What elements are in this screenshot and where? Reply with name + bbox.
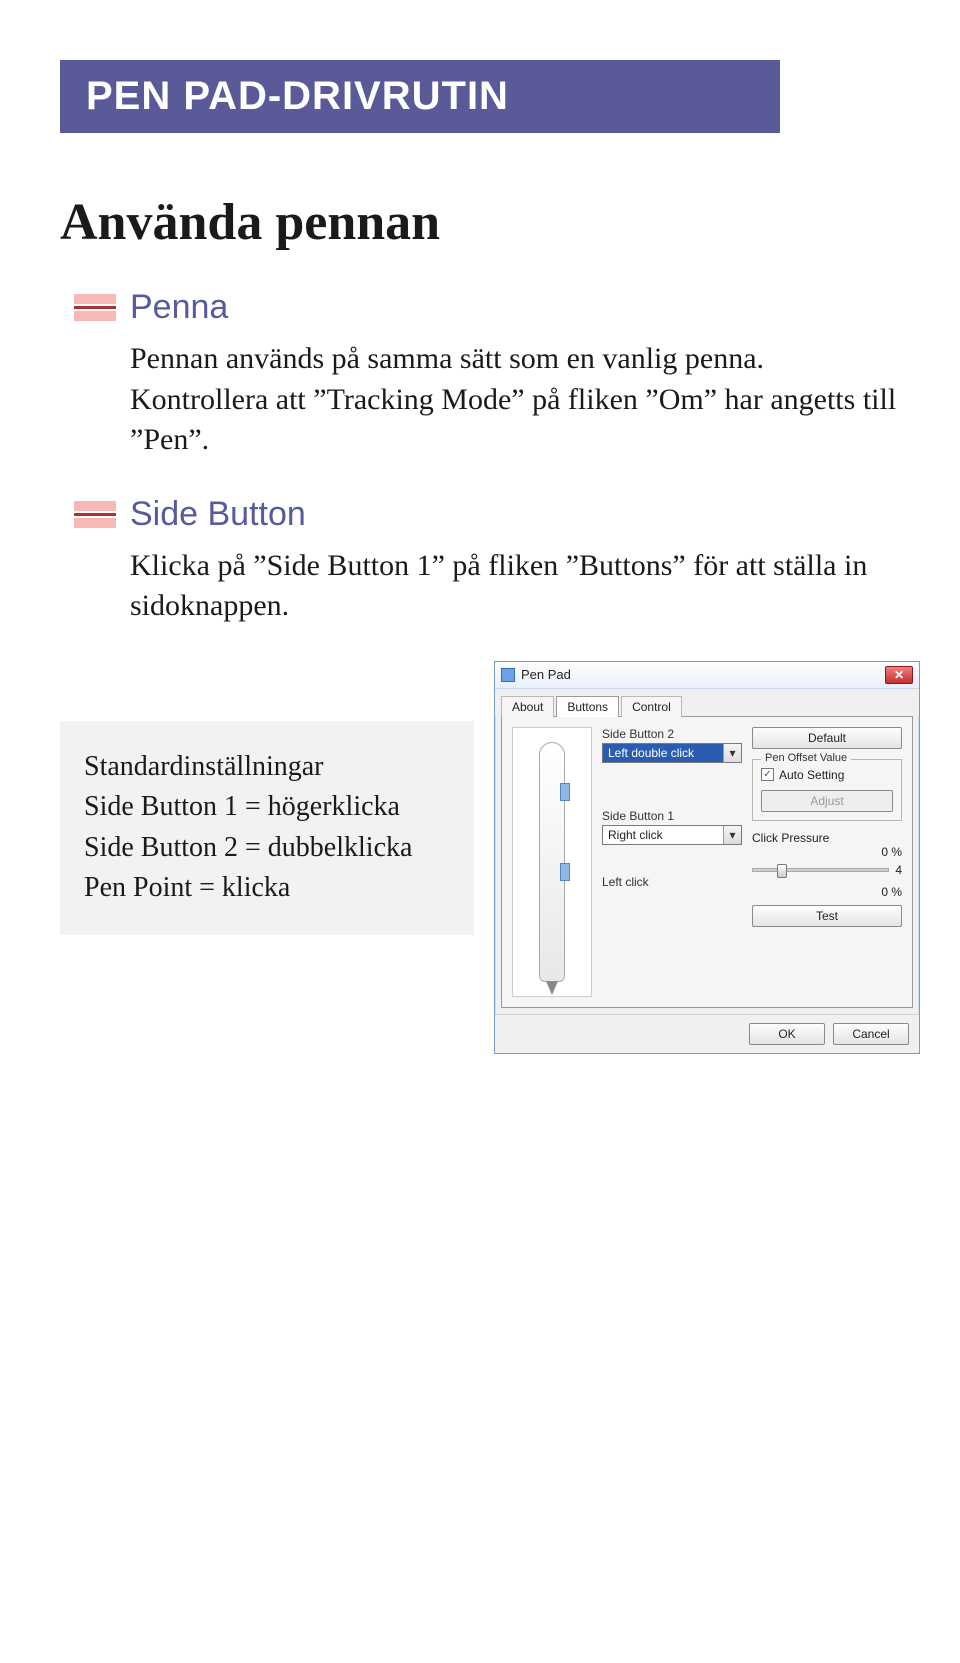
app-icon — [501, 668, 515, 682]
defaults-line3: Pen Point = klicka — [84, 868, 450, 909]
side-button-2-label: Side Button 2 — [602, 727, 742, 741]
chevron-down-icon: ▾ — [723, 744, 741, 762]
side-button-1-value: Right click — [603, 826, 723, 844]
chevron-down-icon: ▾ — [723, 826, 741, 844]
defaults-line1: Side Button 1 = högerklicka — [84, 787, 450, 828]
tab-about[interactable]: About — [501, 696, 554, 717]
tab-control[interactable]: Control — [621, 696, 682, 717]
pressure-slider-value: 4 — [895, 863, 902, 877]
close-button[interactable]: ✕ — [885, 666, 913, 684]
pen-illustration — [512, 727, 592, 997]
defaults-box: Standardinställningar Side Button 1 = hö… — [60, 721, 474, 935]
dialog-titlebar: Pen Pad ✕ — [495, 662, 919, 689]
section-sidebutton: Side Button Klicka på ”Side Button 1” på… — [60, 495, 920, 627]
pen-offset-group-title: Pen Offset Value — [761, 752, 851, 764]
close-icon: ✕ — [894, 669, 904, 681]
pressure-bottom-value: 0 % — [752, 885, 902, 899]
tab-buttons[interactable]: Buttons — [556, 696, 619, 717]
side-button-2-value: Left double click — [603, 744, 723, 762]
slider-thumb[interactable] — [777, 864, 787, 878]
checkbox-icon: ✓ — [761, 768, 774, 781]
defaults-heading: Standardinställningar — [84, 747, 450, 788]
side-button-1-label: Side Button 1 — [602, 809, 742, 823]
default-button[interactable]: Default — [752, 727, 902, 749]
defaults-line2: Side Button 2 = dubbelklicka — [84, 828, 450, 869]
pen-sb1-marker — [560, 863, 570, 881]
left-click-label: Left click — [602, 875, 742, 889]
page-title: Använda pennan — [60, 193, 920, 252]
section-sidebutton-title: Side Button — [130, 495, 900, 534]
test-button[interactable]: Test — [752, 905, 902, 927]
click-pressure-label: Click Pressure — [752, 831, 902, 845]
click-pressure-group: Click Pressure 0 % 4 0 % Test — [752, 831, 902, 927]
side-button-1-combo[interactable]: Right click ▾ — [602, 825, 742, 845]
pressure-top-value: 0 % — [752, 845, 902, 859]
cancel-button[interactable]: Cancel — [833, 1023, 909, 1045]
page-banner: PEN PAD-DRIVRUTIN — [60, 60, 780, 133]
auto-setting-checkbox[interactable]: ✓ Auto Setting — [761, 768, 893, 782]
auto-setting-label: Auto Setting — [779, 768, 844, 782]
section-penna-title: Penna — [130, 288, 900, 327]
dialog-tabs: About Buttons Control — [495, 689, 919, 716]
section-sidebutton-text: Klicka på ”Side Button 1” på fliken ”But… — [130, 546, 900, 627]
section-penna: Penna Pennan används på samma sätt som e… — [60, 288, 920, 461]
ok-button[interactable]: OK — [749, 1023, 825, 1045]
pen-sb2-marker — [560, 783, 570, 801]
pen-offset-group: Pen Offset Value ✓ Auto Setting Adjust — [752, 759, 902, 821]
dialog-title: Pen Pad — [521, 667, 571, 682]
side-button-2-combo[interactable]: Left double click ▾ — [602, 743, 742, 763]
pressure-slider[interactable] — [752, 868, 889, 872]
tab-panel-buttons: Side Button 2 Left double click ▾ Side B… — [501, 716, 913, 1008]
dialog-footer: OK Cancel — [495, 1014, 919, 1053]
penpad-dialog: Pen Pad ✕ About Buttons Control — [494, 661, 920, 1054]
adjust-button[interactable]: Adjust — [761, 790, 893, 812]
bullet-icon — [60, 288, 130, 461]
section-penna-text: Pennan används på samma sätt som en vanl… — [130, 339, 900, 461]
bullet-icon — [60, 495, 130, 627]
